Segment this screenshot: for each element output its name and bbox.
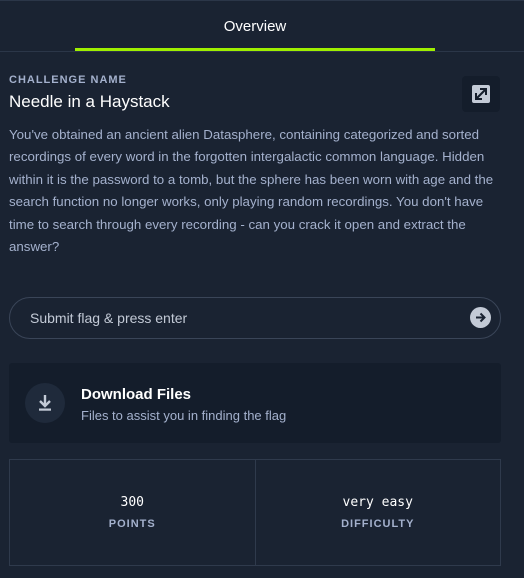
points-label: POINTS <box>108 518 156 530</box>
difficulty-stat: very easy DIFFICULTY <box>254 460 501 565</box>
challenge-description: You've obtained an ancient alien Datasph… <box>9 127 494 255</box>
tab-overview[interactable]: Overview <box>75 1 435 51</box>
share-button[interactable] <box>462 76 500 112</box>
flag-input[interactable] <box>30 298 450 338</box>
difficulty-value: very easy <box>342 495 413 510</box>
challenge-title: Needle in a Haystack <box>9 92 170 111</box>
download-title: Download Files <box>81 386 192 403</box>
tab-bar: Overview <box>0 0 524 52</box>
flag-input-container <box>9 297 501 339</box>
submit-flag-button[interactable] <box>470 307 491 328</box>
challenge-name-label: CHALLENGE NAME <box>9 74 127 86</box>
download-icon <box>39 395 51 411</box>
download-icon-wrapper <box>25 383 65 423</box>
difficulty-label: DIFFICULTY <box>341 518 415 530</box>
download-files-card[interactable]: Download Files Files to assist you in fi… <box>9 363 501 443</box>
arrow-right-circle-icon <box>476 312 486 323</box>
points-value: 300 <box>120 495 144 510</box>
download-subtitle: Files to assist you in finding the flag <box>81 408 287 423</box>
tab-overview-label: Overview <box>223 17 287 35</box>
active-tab-indicator <box>75 48 435 51</box>
share-icon <box>472 85 490 103</box>
points-stat: 300 POINTS <box>10 460 255 565</box>
challenge-stats: 300 POINTS very easy DIFFICULTY <box>9 459 501 566</box>
